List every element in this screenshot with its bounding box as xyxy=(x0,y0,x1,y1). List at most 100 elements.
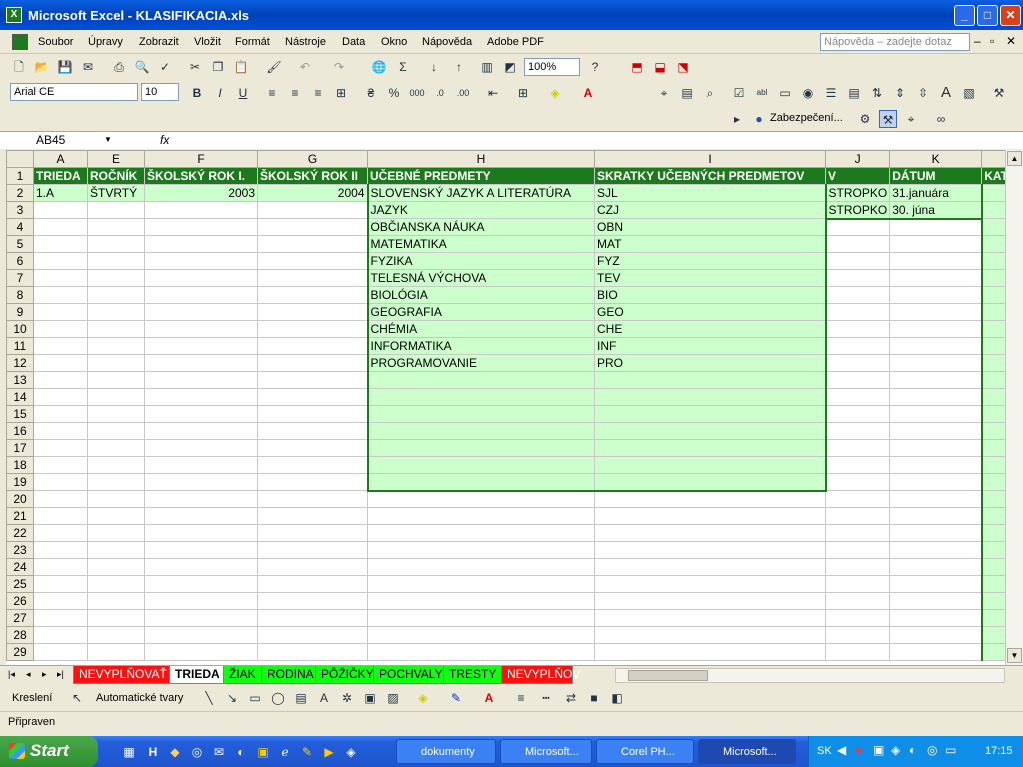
menu-upravy[interactable]: Úpravy xyxy=(88,36,123,48)
first-sheet-icon[interactable]: |◂ xyxy=(8,669,15,680)
cell[interactable] xyxy=(367,524,595,542)
percent-icon[interactable]: % xyxy=(385,84,403,102)
cell[interactable] xyxy=(824,320,891,338)
cell[interactable] xyxy=(594,524,826,542)
cell[interactable] xyxy=(257,354,368,372)
autosum-icon[interactable]: Σ xyxy=(394,58,412,76)
cell[interactable] xyxy=(257,456,368,474)
minimize-button[interactable]: _ xyxy=(954,5,975,26)
cell[interactable]: 30. júna xyxy=(889,201,983,220)
cell[interactable] xyxy=(87,320,145,338)
cell[interactable] xyxy=(257,575,368,593)
cell[interactable] xyxy=(33,439,88,457)
arrow-style-icon[interactable]: ⇄ xyxy=(562,689,580,707)
cell[interactable] xyxy=(889,252,983,270)
spin-control-icon[interactable]: ⇕ xyxy=(891,84,909,102)
cell[interactable] xyxy=(257,286,368,304)
visual-basic-icon[interactable]: ⌖ xyxy=(902,110,920,128)
sheet-tab[interactable]: NEVYPLŇOVAŤ xyxy=(73,666,173,684)
cell[interactable] xyxy=(33,371,88,389)
row-header[interactable]: 20 xyxy=(6,490,34,508)
cell[interactable] xyxy=(144,575,258,593)
cell[interactable] xyxy=(889,269,983,287)
cell[interactable]: SLOVENSKÝ JAZYK A LITERATÚRA xyxy=(366,184,595,202)
close-button[interactable]: ✕ xyxy=(1000,5,1021,26)
decrease-decimal-icon[interactable]: .00 xyxy=(454,84,472,102)
cell[interactable] xyxy=(889,405,983,423)
quicklaunch-web-icon[interactable]: ◎ xyxy=(188,743,206,761)
cell[interactable] xyxy=(889,626,983,644)
cell[interactable] xyxy=(257,541,368,559)
cell[interactable] xyxy=(889,575,983,593)
cell[interactable] xyxy=(257,609,368,627)
italic-icon[interactable]: I xyxy=(211,84,229,102)
cell[interactable] xyxy=(594,609,826,627)
design-mode-icon[interactable]: ⚒ xyxy=(879,110,897,128)
rectangle-icon[interactable]: ▭ xyxy=(246,689,264,707)
cell[interactable]: PROGRAMOVANIE xyxy=(366,354,595,372)
quicklaunch-ie-icon[interactable]: ℯ xyxy=(276,743,294,761)
cell[interactable] xyxy=(889,286,983,304)
cell[interactable] xyxy=(824,575,891,593)
quicklaunch-mail-icon[interactable]: ✉ xyxy=(210,743,228,761)
cell[interactable] xyxy=(87,643,145,661)
cell[interactable] xyxy=(257,643,368,661)
cell[interactable] xyxy=(889,218,983,236)
cell[interactable] xyxy=(144,269,258,287)
cell[interactable] xyxy=(824,524,891,542)
cell[interactable] xyxy=(33,507,88,525)
increase-decimal-icon[interactable]: .0 xyxy=(431,84,449,102)
align-center-icon[interactable]: ≡ xyxy=(286,84,304,102)
cell[interactable] xyxy=(144,201,258,219)
cell[interactable] xyxy=(257,405,368,423)
cell[interactable] xyxy=(824,337,891,355)
cell[interactable]: 2003 xyxy=(144,184,258,202)
cell[interactable] xyxy=(367,558,595,576)
cell[interactable] xyxy=(366,473,595,492)
text-control-icon[interactable]: A xyxy=(937,84,955,102)
list-control-icon[interactable]: ☰ xyxy=(822,84,840,102)
menu-napoveda[interactable]: Nápověda xyxy=(422,36,472,48)
cell[interactable] xyxy=(257,337,368,355)
cell[interactable]: PRO xyxy=(594,354,827,372)
wordart-icon[interactable]: A xyxy=(315,689,333,707)
cell[interactable] xyxy=(366,439,595,457)
cell[interactable] xyxy=(366,388,595,406)
quicklaunch-folder-icon[interactable]: ▣ xyxy=(254,743,272,761)
scroll-up-icon[interactable]: ▲ xyxy=(1007,151,1022,166)
cell[interactable] xyxy=(257,422,368,440)
cell[interactable] xyxy=(87,575,145,593)
print-preview-icon[interactable]: 🔍 xyxy=(133,58,151,76)
cell[interactable] xyxy=(144,609,258,627)
toggle-control-icon[interactable]: ⇅ xyxy=(868,84,886,102)
cell[interactable] xyxy=(367,592,595,610)
start-button[interactable]: Start xyxy=(0,736,98,767)
cell[interactable] xyxy=(824,235,891,253)
row-header[interactable]: 29 xyxy=(6,643,34,661)
cell[interactable] xyxy=(889,354,983,372)
cell[interactable] xyxy=(824,371,891,389)
row-header[interactable]: 28 xyxy=(6,626,34,644)
cell[interactable] xyxy=(257,388,368,406)
cell[interactable] xyxy=(594,575,826,593)
cell[interactable] xyxy=(257,473,368,491)
row-header[interactable]: 15 xyxy=(6,405,34,423)
cell[interactable] xyxy=(824,609,891,627)
cell[interactable] xyxy=(33,337,88,355)
textbox-icon[interactable]: ▤ xyxy=(292,689,310,707)
menu-nastroje[interactable]: Nástroje xyxy=(285,36,326,48)
cell[interactable] xyxy=(87,303,145,321)
column-header-h[interactable]: H xyxy=(367,150,595,168)
cell[interactable] xyxy=(33,354,88,372)
arrow-icon[interactable]: ↘ xyxy=(223,689,241,707)
header-cell[interactable]: SKRATKY UČEBNÝCH PREDMETOV xyxy=(594,167,826,185)
row-header[interactable]: 18 xyxy=(6,456,34,474)
cell[interactable] xyxy=(144,473,258,491)
cell[interactable] xyxy=(594,371,827,389)
cell[interactable]: FYZ xyxy=(594,252,827,270)
column-header-j[interactable]: J xyxy=(824,150,891,168)
dash-style-icon[interactable]: ┅ xyxy=(537,689,555,707)
more-controls-icon[interactable]: ⚒ xyxy=(990,84,1008,102)
cell[interactable] xyxy=(87,609,145,627)
cell[interactable]: BIO xyxy=(594,286,827,304)
